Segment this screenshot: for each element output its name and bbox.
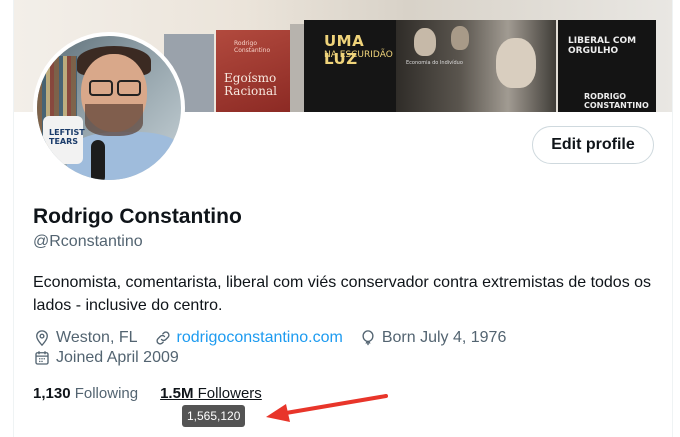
follow-stats: 1,130 Following 1.5M Followers [33, 385, 284, 402]
location-text: Weston, FL [56, 329, 138, 346]
portrait-image [496, 38, 536, 88]
avatar-shirt [67, 132, 181, 180]
website-item[interactable]: rodrigoconstantino.com [154, 329, 343, 347]
avatar-microphone [91, 140, 105, 180]
followers-tooltip: 1,565,120 [182, 405, 246, 427]
portrait-image [451, 26, 469, 50]
website-link[interactable]: rodrigoconstantino.com [177, 329, 343, 347]
followers-label: Followers [197, 385, 262, 402]
following-count: 1,130 [33, 385, 71, 402]
annotation-arrow-icon [266, 394, 388, 422]
banner-book-author: RODRIGO CONSTANTINO [584, 92, 649, 110]
banner-book: LIBERAL COM ORGULHO RODRIGO CONSTANTINO [558, 20, 656, 112]
balloon-icon [362, 330, 374, 346]
calendar-icon [35, 351, 49, 365]
edit-profile-button[interactable]: Edit profile [532, 126, 654, 164]
banner-book: Economia do Indivíduo [396, 20, 556, 112]
portrait-image [414, 28, 436, 56]
banner-book [290, 24, 304, 112]
display-name: Rodrigo Constantino [33, 205, 242, 228]
banner-book-title: LIBERAL COM ORGULHO [568, 36, 637, 56]
followers-count: 1.5M [160, 385, 194, 402]
following-label: Following [74, 385, 139, 402]
banner-book: Rodrigo Constantino Egoísmo Racional [216, 30, 290, 112]
following-link[interactable]: 1,130 Following [33, 385, 138, 402]
avatar[interactable]: LEFTIST TEARS [33, 32, 185, 184]
profile-meta: Joined April 2009 [33, 349, 195, 367]
avatar-mug: LEFTIST TEARS [43, 116, 85, 164]
banner-book-title: Egoísmo Racional [224, 71, 277, 98]
birthday-text: Born July 4, 1976 [381, 329, 507, 346]
avatar-glasses [117, 80, 141, 96]
banner-book-title: Economia do Indivíduo [406, 60, 463, 66]
banner-book: UMA LUZ NA ESCURIDÃO [304, 20, 396, 112]
joined-text: Joined April 2009 [56, 349, 179, 366]
profile-meta: Weston, FL rodrigoconstantino.com Born J… [33, 329, 522, 347]
avatar-glasses [89, 80, 113, 96]
username-handle: @Rconstantino [33, 233, 143, 250]
location-icon [36, 330, 48, 347]
location-item: Weston, FL [33, 329, 138, 347]
birthday-item: Born July 4, 1976 [359, 329, 507, 347]
banner-book-subtitle: NA ESCURIDÃO [324, 50, 393, 60]
link-icon [155, 331, 170, 345]
avatar-beard [85, 104, 143, 136]
followers-link[interactable]: 1.5M Followers [160, 385, 262, 402]
joined-item: Joined April 2009 [33, 349, 179, 367]
profile-bio: Economista, comentarista, liberal com vi… [33, 274, 652, 314]
banner-book-author: Rodrigo Constantino [234, 40, 271, 54]
mug-text: LEFTIST TEARS [49, 128, 85, 146]
profile-card: Rodrigo Constantino Egoísmo Racional UMA… [13, 0, 673, 437]
